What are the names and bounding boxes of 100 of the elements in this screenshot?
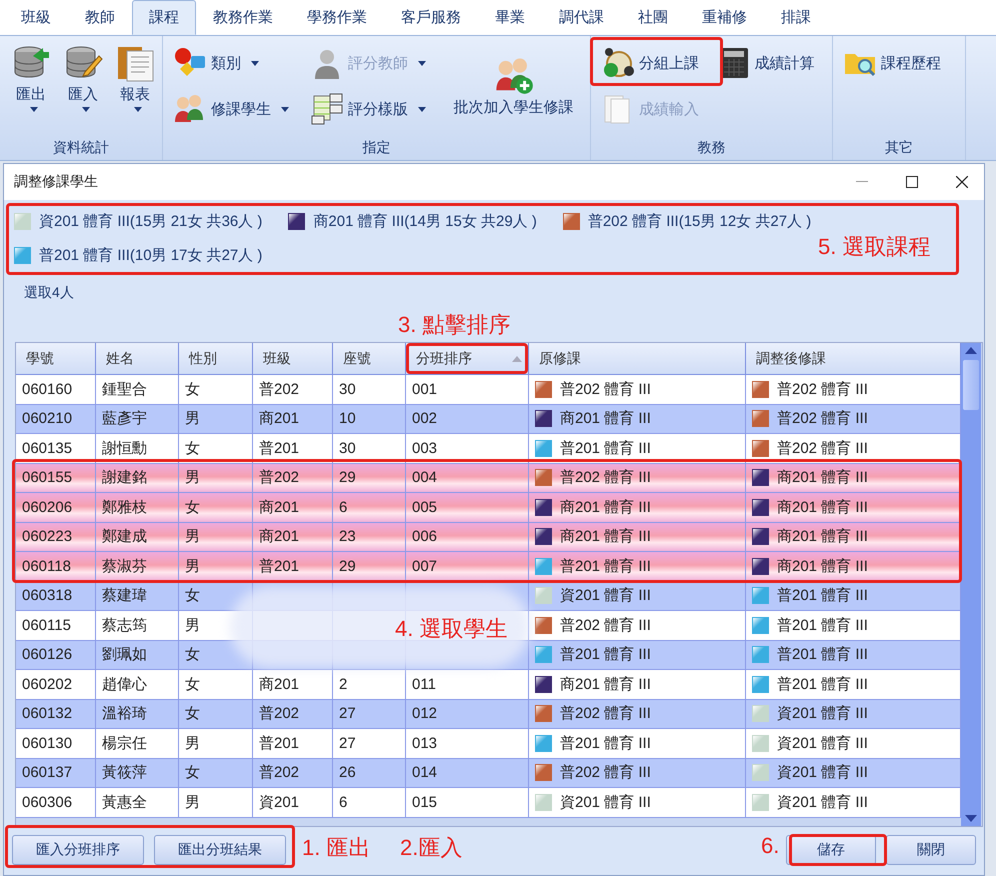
table-cell: 普201 體育 III [777,674,868,694]
scroll-thumb[interactable] [963,360,979,410]
table-row[interactable]: 060130 楊宗任 男 普201 27 013 普201 體育 III 資201 體育 III [16,729,961,758]
ribbon-tab[interactable]: 客戶服務 [384,0,478,35]
ribbon-tab[interactable]: 調代課 [542,0,621,35]
ribbon-button[interactable]: 匯出 [8,40,54,114]
table-cell: 060135 [22,440,72,457]
table-row[interactable]: 060223 鄭建成 男 商201 23 006 商201 體育 III 商201 體育 III [16,522,961,552]
table-row[interactable]: 060206 鄭雅枝 女 商201 6 005 商201 體育 III 商201 體育 III [16,493,961,522]
ribbon-button[interactable]: 評分樣版 [308,90,439,128]
course-label[interactable]: 商201 體育 III(14男 15女 共29人 ) [313,212,537,230]
table-cell: 普201 [259,556,300,576]
column-header[interactable]: 學號 [16,343,96,374]
column-header[interactable]: 性別 [179,343,253,374]
table-row[interactable]: 060202 趙偉心 女 商201 2 011 商201 體育 III 普201 體育 III [16,670,961,700]
dialog-button[interactable]: 匯出分班結果 [154,835,286,865]
table-cell: 060160 [22,380,72,398]
table-cell: 資201 體育 III [777,704,868,724]
table-cell: 30 [339,380,356,398]
table-cell: 23 [339,528,356,546]
ribbon-button[interactable]: 課程歷程 [841,44,957,82]
course-label[interactable]: 普201 體育 III(10男 17女 共27人 ) [39,246,262,264]
table-cell: 普202 體育 III [560,616,651,635]
table-row[interactable]: 060135 謝恒勳 女 普201 30 003 普201 體育 III 普202 體育 III [16,434,961,464]
scroll-up-icon[interactable] [965,347,977,354]
table-cell: 男 [185,527,200,546]
table-cell: 30 [339,440,356,457]
table-cell: 劉珮如 [102,645,147,664]
close-icon[interactable] [956,176,968,188]
table-cell: 007 [412,558,438,575]
dialog-button[interactable]: 關閉 [886,835,976,865]
table-cell: 060130 [22,734,72,752]
course-label[interactable]: 資201 體育 III(15男 21女 共36人 ) [39,212,262,230]
ribbon-tab[interactable]: 社團 [621,0,685,35]
table-cell: 蔡志筠 [102,616,147,635]
table-cell: 011 [412,676,436,693]
table-cell: 060115 [22,616,71,634]
table-cell: 014 [412,764,438,782]
table-cell: 普202 體育 III [560,763,651,782]
scrollbar[interactable] [961,343,981,826]
ribbon-tab[interactable]: 教務作業 [196,0,290,35]
table-row[interactable]: 060132 溫裕琦 女 普202 27 012 普202 體育 III 資201 體育 III [16,700,961,729]
annotation-label: 6. [761,833,780,859]
minimize-icon[interactable] [856,181,868,183]
table-cell: 普201 體育 III [560,556,651,576]
table-cell: 060210 [22,410,72,428]
ribbon-tab[interactable]: 課程 [132,0,196,35]
table-cell: 001 [412,380,438,398]
table-cell: 資201 [259,792,300,812]
ribbon-tab[interactable]: 班級 [4,0,68,35]
group-title: 資料統計 [52,138,110,157]
table-cell: 商201 [259,674,300,694]
ribbon-button[interactable]: 報表 [112,40,158,114]
column-header[interactable]: 原修課 [529,343,746,374]
annotation-label: 1. 匯出 [302,834,370,862]
dialog-button[interactable]: 匯入分班排序 [12,835,144,865]
ribbon-button[interactable]: 分組上課 [599,44,708,82]
table-cell: 資201 體育 III [560,792,651,812]
table-cell: 普202 [259,763,300,782]
table-cell: 普201 體育 III [777,645,868,664]
ribbon-tab[interactable]: 教師 [68,0,132,35]
ribbon-button[interactable]: 類別 [171,44,302,82]
ribbon-button[interactable]: 修課學生 [171,90,302,128]
ribbon-button[interactable]: 成績計算 [714,44,824,82]
ribbon-button[interactable]: 批次加入學生修課 [445,53,582,119]
table-cell: 015 [412,794,438,811]
scroll-down-icon[interactable] [965,815,977,822]
column-header[interactable]: 姓名 [96,343,179,374]
table-cell: 男 [185,409,200,428]
table-row[interactable]: 060118 蔡淑芬 男 普201 29 007 普201 體育 III 商201 體育 III [16,552,961,582]
table-cell: 2 [339,676,348,693]
table-cell: 溫裕琦 [102,704,147,724]
ribbon-tab[interactable]: 學務作業 [290,0,384,35]
table-cell: 謝恒勳 [102,438,147,458]
table-row[interactable]: 060137 黃筱萍 女 普202 26 014 普202 體育 III 資201 體育 III [16,758,961,788]
table-row[interactable]: 060306 黃惠全 男 資201 6 015 資201 體育 III 資201 體育 III [16,788,961,818]
group-title: 其它 [884,138,914,157]
table-cell: 普201 體育 III [777,586,868,606]
column-header[interactable]: 座號 [333,343,406,374]
table-cell: 普201 體育 III [777,616,868,635]
ribbon-tab[interactable]: 畢業 [478,0,542,35]
table-row[interactable]: 060210 藍彥宇 男 商201 10 002 商201 體育 III 普202 體育 III [16,404,961,434]
annotation-label: 5. 選取課程 [818,233,930,261]
column-header[interactable]: 班級 [253,343,333,374]
ribbon-button[interactable]: 匯入 [60,40,106,114]
course-label[interactable]: 普202 體育 III(15男 12女 共27人 ) [588,212,812,230]
table-cell: 普202 [259,468,300,488]
ribbon-tab[interactable]: 重補修 [685,0,764,35]
table-cell: 商201 體育 III [777,556,868,576]
table-row[interactable]: 060155 謝建銘 男 普202 29 004 普202 體育 III 商201 體育 III [16,464,961,493]
table-cell: 普201 體育 III [560,734,651,753]
table-cell: 27 [339,705,356,722]
table-cell: 女 [185,586,200,606]
table-row[interactable]: 060160 鍾聖合 女 普202 30 001 普202 體育 III 普202 體育 III [16,375,961,404]
table-cell: 普201 體育 III [560,645,651,664]
ribbon-tab[interactable]: 排課 [764,0,828,35]
table-cell: 060206 [22,498,72,516]
maximize-icon[interactable] [906,176,918,188]
table-cell: 商201 [259,498,300,517]
table-cell: 資201 體育 III [777,763,868,782]
